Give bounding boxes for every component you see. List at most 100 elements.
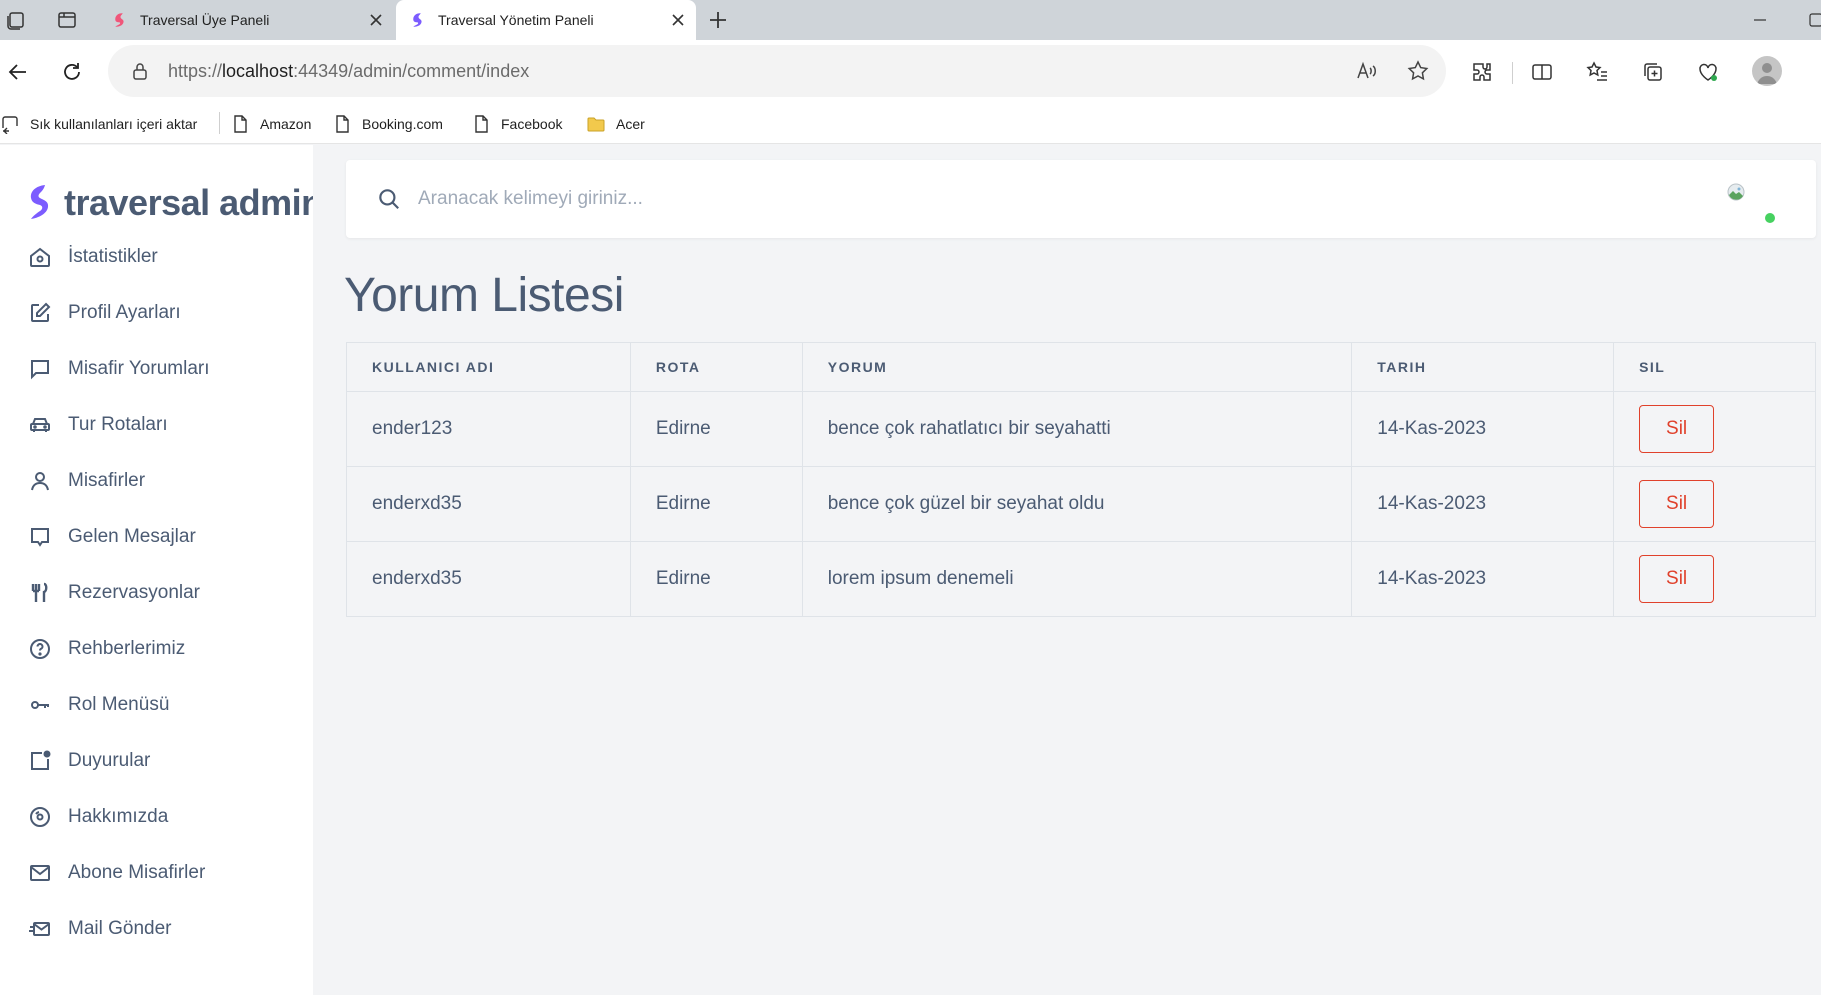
user-avatar-image[interactable] — [1726, 182, 1746, 202]
sidebar-item-misafirler[interactable]: Misafirler — [28, 466, 145, 496]
sidebar-item-profil-ayarlari[interactable]: Profil Ayarları — [28, 298, 181, 328]
sidebar-item-label: Rezervasyonlar — [68, 582, 200, 603]
bookmark-amazon[interactable]: Amazon — [230, 112, 311, 136]
import-favorites-icon — [2, 116, 18, 134]
cell-action: Sil — [1613, 466, 1816, 542]
search-icon — [379, 189, 399, 209]
read-aloud-icon[interactable] — [1354, 59, 1378, 83]
search-input[interactable] — [418, 178, 1118, 220]
bookmarks-separator — [219, 112, 220, 134]
browser-essentials-icon[interactable] — [1696, 60, 1720, 84]
sidebar-item-gelen-mesajlar[interactable]: Gelen Mesajlar — [28, 522, 196, 552]
top-search-bar — [346, 160, 1816, 238]
sidebar-item-label: Hakkımızda — [68, 806, 169, 827]
page-icon — [336, 115, 349, 133]
table-row: enderxd35 Edirne bence çok güzel bir sey… — [346, 466, 1816, 542]
cell-route: Edirne — [629, 391, 803, 467]
folder-icon — [587, 117, 605, 132]
cell-username: ender123 — [346, 391, 631, 467]
cell-username: enderxd35 — [346, 466, 631, 542]
send-mail-icon — [29, 922, 50, 936]
sidebar-item-mail-gonder[interactable]: Mail Gönder — [28, 914, 172, 944]
table-row: enderxd35 Edirne lorem ipsum denemeli 14… — [346, 541, 1816, 617]
tab-uye-paneli[interactable]: Traversal Üye Paneli — [98, 0, 394, 40]
edit-icon — [31, 302, 51, 322]
tab-yonetim-paneli[interactable]: Traversal Yönetim Paneli — [396, 0, 696, 40]
traversal-logo-icon — [30, 185, 49, 219]
brand-name: traversal admin — [64, 182, 313, 223]
profile-avatar[interactable] — [1752, 56, 1782, 86]
sidebar-item-label: Profil Ayarları — [68, 302, 181, 323]
sidebar-item-label: Tur Rotaları — [68, 414, 168, 435]
delete-comment-button[interactable]: Sil — [1639, 405, 1715, 453]
cell-action: Sil — [1613, 391, 1816, 467]
close-tab-icon[interactable] — [670, 12, 686, 28]
cell-comment: bence çok rahatlatıcı bir seyahatti — [801, 391, 1353, 467]
sidebar-item-label: Mail Gönder — [68, 918, 172, 939]
extensions-icon[interactable] — [1470, 60, 1494, 84]
sidebar-item-misafir-yorumlari[interactable]: Misafir Yorumları — [28, 354, 210, 384]
sidebar-item-istatistikler[interactable]: İstatistikler — [28, 242, 158, 272]
bookmark-import-favorites[interactable]: Sık kullanılanları içeri aktar — [0, 112, 197, 136]
sidebar-item-label: Rol Menüsü — [68, 694, 170, 715]
address-bar[interactable]: https://localhost:44349/admin/comment/in… — [108, 45, 1446, 97]
cell-comment: bence çok güzel bir seyahat oldu — [801, 466, 1353, 542]
bookmark-facebook[interactable]: Facebook — [471, 112, 562, 136]
sidebar-item-label: Gelen Mesajlar — [68, 526, 196, 547]
back-arrow-icon[interactable] — [6, 60, 30, 84]
cell-username: enderxd35 — [346, 541, 631, 617]
column-header-username: KULLANICI ADI — [346, 342, 631, 392]
sidebar-item-rol-menusu[interactable]: Rol Menüsü — [28, 690, 169, 720]
close-tab-icon[interactable] — [368, 12, 384, 28]
sidebar-item-tur-rotalari[interactable]: Tur Rotaları — [28, 410, 168, 440]
column-header-date: TARIH — [1351, 342, 1615, 392]
sidebar-item-label: Duyurular — [68, 750, 151, 771]
sidebar: traversal admin İstatistikler Profil Aya… — [0, 145, 313, 995]
lock-icon[interactable] — [130, 61, 150, 81]
sidebar-item-abone-misafirler[interactable]: Abone Misafirler — [28, 858, 205, 888]
browser-nav-bar: https://localhost:44349/admin/comment/in… — [0, 40, 1821, 104]
sidebar-item-rezervasyonlar[interactable]: Rezervasyonlar — [28, 578, 200, 608]
page-icon — [234, 115, 247, 133]
minimize-icon[interactable] — [1750, 10, 1770, 30]
tab-title: Traversal Üye Paneli — [140, 12, 270, 28]
sidebar-item-label: İstatistikler — [68, 246, 158, 267]
tab-title: Traversal Yönetim Paneli — [438, 12, 594, 28]
cell-route: Edirne — [629, 541, 803, 617]
refresh-icon[interactable] — [60, 60, 84, 84]
url-text[interactable]: https://localhost:44349/admin/comment/in… — [168, 61, 529, 82]
cell-date: 14-Kas-2023 — [1351, 466, 1615, 542]
favorites-list-icon[interactable] — [1586, 60, 1610, 84]
new-tab-icon[interactable] — [706, 8, 730, 32]
favorite-star-icon[interactable] — [1406, 59, 1430, 83]
tab-actions-icon[interactable] — [55, 8, 79, 32]
page-icon — [475, 115, 488, 133]
split-screen-icon[interactable] — [1530, 60, 1554, 84]
sidebar-item-label: Abone Misafirler — [68, 862, 206, 883]
sidebar-item-rehberlerimiz[interactable]: Rehberlerimiz — [28, 634, 185, 664]
mail-icon — [30, 865, 50, 881]
bookmark-acer-folder[interactable]: Acer — [586, 112, 645, 136]
cell-action: Sil — [1613, 541, 1816, 617]
brand-logo[interactable]: traversal admin — [26, 182, 313, 223]
toolbar-separator — [1512, 62, 1513, 84]
sidebar-item-label: Misafir Yorumları — [68, 358, 210, 379]
workspaces-icon[interactable] — [4, 8, 28, 32]
delete-comment-button[interactable]: Sil — [1639, 555, 1715, 603]
maximize-icon[interactable] — [1806, 10, 1821, 30]
cell-date: 14-Kas-2023 — [1351, 391, 1615, 467]
disc-icon — [30, 807, 50, 827]
collections-icon[interactable] — [1641, 60, 1665, 84]
traversal-pink-favicon — [115, 13, 124, 27]
comment-table: KULLANICI ADI ROTA YORUM TARIH SIL ender… — [346, 342, 1816, 617]
table-header-row: KULLANICI ADI ROTA YORUM TARIH SIL — [346, 342, 1816, 392]
bookmark-booking[interactable]: Booking.com — [332, 112, 443, 136]
delete-comment-button[interactable]: Sil — [1639, 480, 1715, 528]
sidebar-item-duyurular[interactable]: Duyurular — [28, 746, 150, 776]
cell-comment: lorem ipsum denemeli — [801, 541, 1353, 617]
sidebar-item-label: Rehberlerimiz — [68, 638, 186, 659]
traversal-purple-favicon — [413, 13, 422, 27]
cell-date: 14-Kas-2023 — [1351, 541, 1615, 617]
table-row: ender123 Edirne bence çok rahatlatıcı bi… — [346, 391, 1816, 467]
sidebar-item-hakkimizda[interactable]: Hakkımızda — [28, 802, 168, 832]
